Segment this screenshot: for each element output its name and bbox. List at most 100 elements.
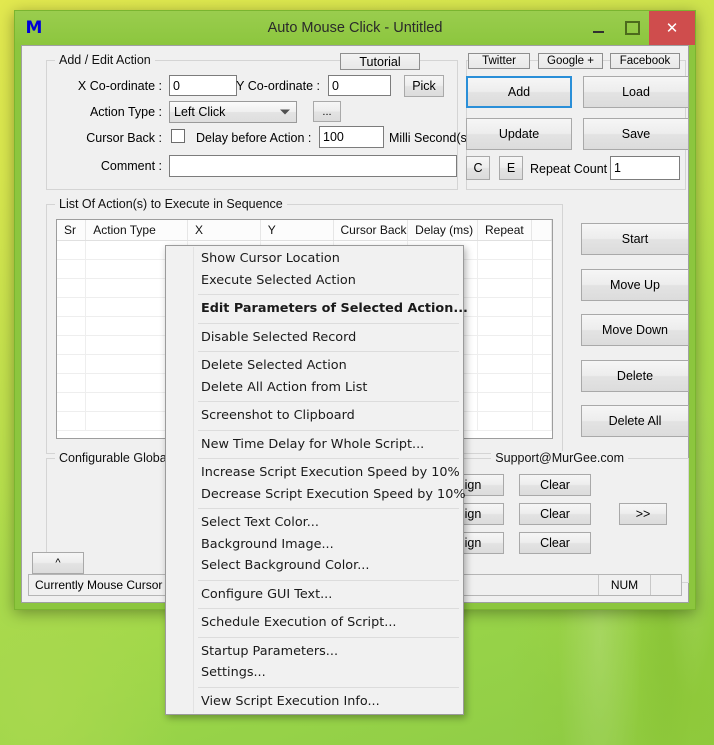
table-cell: [57, 279, 86, 297]
context-menu-item[interactable]: Schedule Execution of Script...: [166, 612, 463, 634]
close-icon[interactable]: ✕: [649, 11, 695, 45]
table-cell: [57, 355, 86, 373]
context-menu-item[interactable]: New Time Delay for Whole Script...: [166, 434, 463, 456]
cursor-back-checkbox[interactable]: [171, 129, 185, 143]
listview-column-header[interactable]: Repeat: [478, 220, 532, 240]
context-menu-item[interactable]: Delete Selected Action: [166, 355, 463, 377]
table-cell: [478, 393, 532, 411]
listview-column-header[interactable]: Y: [261, 220, 334, 240]
start-button[interactable]: Start: [581, 223, 689, 255]
load-button[interactable]: Load: [583, 76, 689, 108]
listview-column-header[interactable]: X: [188, 220, 261, 240]
maximize-icon[interactable]: [615, 11, 649, 45]
context-menu-item[interactable]: Startup Parameters...: [166, 641, 463, 663]
save-button[interactable]: Save: [583, 118, 689, 150]
delay-units-label: Milli Second(s): [389, 131, 471, 145]
table-cell: [478, 260, 532, 278]
table-cell: [533, 374, 552, 392]
collapse-panel-button[interactable]: ^: [32, 552, 84, 574]
table-cell: [57, 317, 86, 335]
delay-input[interactable]: [319, 126, 384, 148]
table-cell: [533, 241, 552, 259]
context-menu-separator: [166, 291, 463, 298]
table-cell: [57, 393, 86, 411]
status-resize-grip: [651, 575, 681, 595]
action-list-label: List Of Action(s) to Execute in Sequence: [55, 197, 287, 211]
tutorial-button[interactable]: Tutorial: [340, 53, 420, 70]
delete-button[interactable]: Delete: [581, 360, 689, 392]
table-cell: [57, 374, 86, 392]
move-up-button[interactable]: Move Up: [581, 269, 689, 301]
y-coordinate-label: Y Co-ordinate :: [210, 79, 320, 93]
table-cell: [533, 279, 552, 297]
minimize-icon[interactable]: [581, 11, 615, 45]
shortcut-row-1-clear-button[interactable]: Clear: [519, 503, 591, 525]
listview-header: SrAction TypeXYCursor BackDelay (ms)Repe…: [57, 220, 552, 241]
context-menu-item[interactable]: Select Text Color...: [166, 512, 463, 534]
listview-column-header[interactable]: Action Type: [86, 220, 188, 240]
move-down-button[interactable]: Move Down: [581, 314, 689, 346]
table-cell: [533, 355, 552, 373]
repeat-count-input[interactable]: [610, 156, 680, 180]
context-menu-item[interactable]: Show Cursor Location: [166, 248, 463, 270]
listview-column-header[interactable]: [532, 220, 552, 240]
delay-before-action-label: Delay before Action :: [196, 131, 311, 145]
comment-input[interactable]: [169, 155, 457, 177]
expand-shortcuts-button[interactable]: >>: [619, 503, 667, 525]
context-menu-item[interactable]: Delete All Action from List: [166, 377, 463, 399]
context-menu-item[interactable]: View Script Execution Info...: [166, 691, 463, 713]
table-cell: [478, 298, 532, 316]
table-cell: [57, 298, 86, 316]
facebook-button[interactable]: Facebook: [610, 53, 680, 69]
add-button[interactable]: Add: [466, 76, 572, 108]
comment-label: Comment :: [52, 159, 162, 173]
listview-column-header[interactable]: Sr: [57, 220, 86, 240]
context-menu-separator: [166, 605, 463, 612]
context-menu-item[interactable]: Edit Parameters of Selected Action...: [166, 298, 463, 320]
support-email-label: Support@MurGee.com: [491, 451, 628, 465]
context-menu-item[interactable]: Configure GUI Text...: [166, 584, 463, 606]
context-menu-item[interactable]: Select Background Color...: [166, 555, 463, 577]
listview-column-header[interactable]: Delay (ms): [408, 220, 478, 240]
context-menu-item[interactable]: Increase Script Execution Speed by 10%: [166, 462, 463, 484]
context-menu-item[interactable]: Decrease Script Execution Speed by 10%: [166, 484, 463, 506]
context-menu-item[interactable]: Disable Selected Record: [166, 327, 463, 349]
table-cell: [478, 279, 532, 297]
listview-column-header[interactable]: Cursor Back: [334, 220, 409, 240]
context-menu[interactable]: Show Cursor LocationExecute Selected Act…: [165, 245, 464, 715]
repeat-count-label: Repeat Count :: [530, 162, 614, 176]
chevron-down-icon: [280, 110, 290, 115]
num-lock-indicator: NUM: [599, 575, 651, 595]
c-button[interactable]: C: [466, 156, 490, 180]
action-type-value: Left Click: [174, 105, 225, 119]
table-cell: [57, 260, 86, 278]
context-menu-item[interactable]: Execute Selected Action: [166, 270, 463, 292]
action-type-select[interactable]: Left Click: [169, 101, 297, 123]
delete-all-button[interactable]: Delete All: [581, 405, 689, 437]
window-controls: ✕: [581, 11, 695, 45]
twitter-button[interactable]: Twitter: [468, 53, 530, 69]
table-cell: [478, 336, 532, 354]
table-cell: [533, 393, 552, 411]
table-cell: [57, 336, 86, 354]
pick-button[interactable]: Pick: [404, 75, 444, 97]
context-menu-item[interactable]: Background Image...: [166, 534, 463, 556]
google-plus-button[interactable]: Google +: [538, 53, 603, 69]
e-button[interactable]: E: [499, 156, 523, 180]
y-coordinate-input[interactable]: [328, 75, 391, 96]
table-cell: [478, 355, 532, 373]
action-type-options-button[interactable]: ...: [313, 101, 341, 122]
context-menu-item[interactable]: Screenshot to Clipboard: [166, 405, 463, 427]
context-menu-separator: [166, 427, 463, 434]
context-menu-item[interactable]: Settings...: [166, 662, 463, 684]
shortcut-row-2-clear-button[interactable]: Clear: [519, 532, 591, 554]
update-button[interactable]: Update: [466, 118, 572, 150]
action-type-label: Action Type :: [52, 105, 162, 119]
title-bar: M Auto Mouse Click - Untitled ✕: [15, 11, 695, 45]
context-menu-separator: [166, 398, 463, 405]
table-cell: [533, 412, 552, 430]
table-cell: [478, 412, 532, 430]
context-menu-separator: [166, 348, 463, 355]
shortcut-row-0-clear-button[interactable]: Clear: [519, 474, 591, 496]
table-cell: [478, 241, 532, 259]
